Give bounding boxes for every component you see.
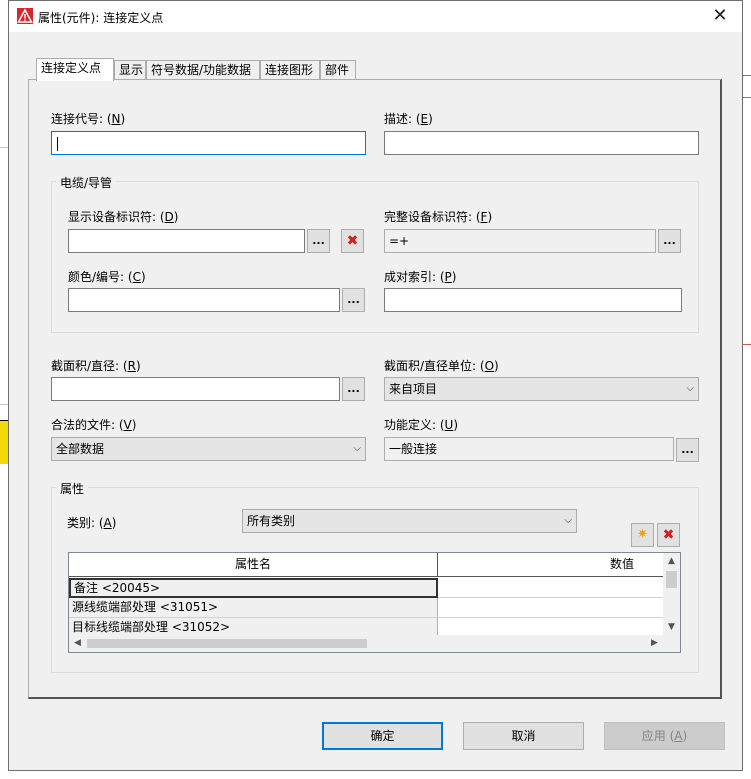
bg-red-line: [743, 75, 751, 76]
full-id-label: 完整设备标识符: (F): [384, 210, 493, 224]
cross-section-unit-select[interactable]: 来自项目 ⌵: [384, 377, 699, 401]
scroll-left-icon[interactable]: ◀: [69, 635, 86, 652]
table-row[interactable]: 备注 <20045>: [69, 578, 664, 598]
text-caret: [57, 136, 58, 151]
delete-icon: ✖: [662, 527, 675, 543]
color-number-input[interactable]: [68, 288, 340, 312]
cancel-button[interactable]: 取消: [463, 722, 584, 750]
property-name-cell[interactable]: 备注 <20045>: [69, 578, 438, 598]
display-id-input[interactable]: [68, 229, 305, 253]
color-number-label: 颜色/编号: (C): [68, 270, 146, 284]
full-id-input[interactable]: =+: [384, 229, 656, 253]
delete-property-button[interactable]: ✖: [657, 523, 680, 547]
apply-button[interactable]: 应用 (A): [604, 722, 725, 750]
new-property-button[interactable]: ✷: [631, 523, 654, 547]
window-title: 属性(元件): 连接定义点: [38, 11, 164, 25]
tab-symbol-data[interactable]: 符号数据/功能数据: [146, 60, 260, 80]
pair-index-input[interactable]: [384, 288, 682, 312]
chevron-down-icon: ⌵: [686, 383, 694, 394]
bg-red-line: [743, 97, 751, 98]
function-def-input[interactable]: 一般连接: [384, 437, 674, 461]
column-header-value-text: 数值: [610, 557, 635, 571]
new-icon: ✷: [637, 527, 648, 542]
cross-section-label: 截面积/直径: (R): [51, 359, 141, 373]
full-id-browse-button[interactable]: ...: [658, 229, 681, 253]
connection-code-input[interactable]: [51, 131, 366, 155]
vertical-scroll-thumb[interactable]: [666, 571, 677, 588]
color-number-browse-button[interactable]: ...: [342, 288, 365, 312]
property-name-cell[interactable]: 源线缆端部处理 <31051>: [69, 598, 438, 618]
category-select[interactable]: 所有类别 ⌵: [242, 509, 577, 533]
chevron-down-icon: ⌵: [353, 443, 361, 454]
chevron-down-icon: ⌵: [564, 515, 572, 526]
properties-dialog: 属性(元件): 连接定义点 ✕ 连接定义点 显示 符号数据/功能数据 连接图形 …: [8, 0, 743, 771]
tab-connection-graphics[interactable]: 连接图形: [260, 60, 320, 80]
valid-files-select[interactable]: 全部数据 ⌵: [51, 437, 366, 461]
bg-yellow-symbol: [0, 420, 8, 464]
delete-icon: ✖: [346, 233, 359, 249]
function-def-browse-button[interactable]: ...: [676, 438, 699, 462]
table-row[interactable]: 源线缆端部处理 <31051>: [69, 598, 664, 618]
pair-index-label: 成对索引: (P): [384, 270, 457, 284]
property-value-cell[interactable]: [438, 598, 664, 618]
grid-header: 属性名 数值: [69, 553, 664, 577]
column-header-name[interactable]: 属性名: [69, 553, 438, 577]
tab-parts[interactable]: 部件: [320, 60, 356, 80]
scroll-down-icon[interactable]: ▼: [663, 619, 680, 636]
function-def-label: 功能定义: (U): [384, 418, 459, 432]
column-header-value[interactable]: 数值: [438, 553, 680, 577]
horizontal-scroll-thumb[interactable]: [87, 639, 367, 648]
cross-section-unit-label: 截面积/直径单位: (O): [384, 359, 499, 373]
bg-red-line: [743, 344, 751, 345]
category-label: 类别: (A): [67, 516, 117, 530]
description-label: 描述: (E): [384, 112, 433, 126]
cross-section-browse-button[interactable]: ...: [342, 377, 365, 401]
valid-files-label: 合法的文件: (V): [51, 418, 137, 432]
vertical-scrollbar[interactable]: ▲ ▼: [663, 553, 680, 636]
properties-grid: 属性名 数值 备注 <20045> 源线缆端部处理 <31051> 目标线缆端部…: [68, 552, 681, 653]
properties-group-title: 属性: [56, 480, 89, 497]
cross-section-input[interactable]: [51, 377, 340, 401]
description-input[interactable]: [384, 131, 699, 155]
display-id-clear-button[interactable]: ✖: [341, 229, 364, 253]
tab-display[interactable]: 显示: [114, 60, 146, 80]
title-bar: 属性(元件): 连接定义点 ✕: [9, 1, 742, 32]
property-value-cell[interactable]: [438, 578, 664, 598]
horizontal-scrollbar[interactable]: ◀ ▶: [69, 635, 680, 652]
warning-triangle-icon: [17, 8, 33, 24]
display-id-browse-button[interactable]: ...: [307, 229, 330, 253]
display-id-label: 显示设备标识符: (D): [68, 210, 179, 224]
close-button[interactable]: ✕: [698, 1, 742, 32]
connection-code-label: 连接代号: (N): [51, 112, 126, 126]
bg-line: [0, 147, 8, 148]
bg-line: [0, 404, 8, 405]
ok-button[interactable]: 确定: [322, 722, 443, 750]
cable-group-title: 电缆/导管: [56, 174, 117, 191]
scroll-up-icon[interactable]: ▲: [663, 553, 680, 570]
tab-connection-point[interactable]: 连接定义点: [36, 58, 114, 81]
scroll-right-icon[interactable]: ▶: [646, 635, 663, 652]
